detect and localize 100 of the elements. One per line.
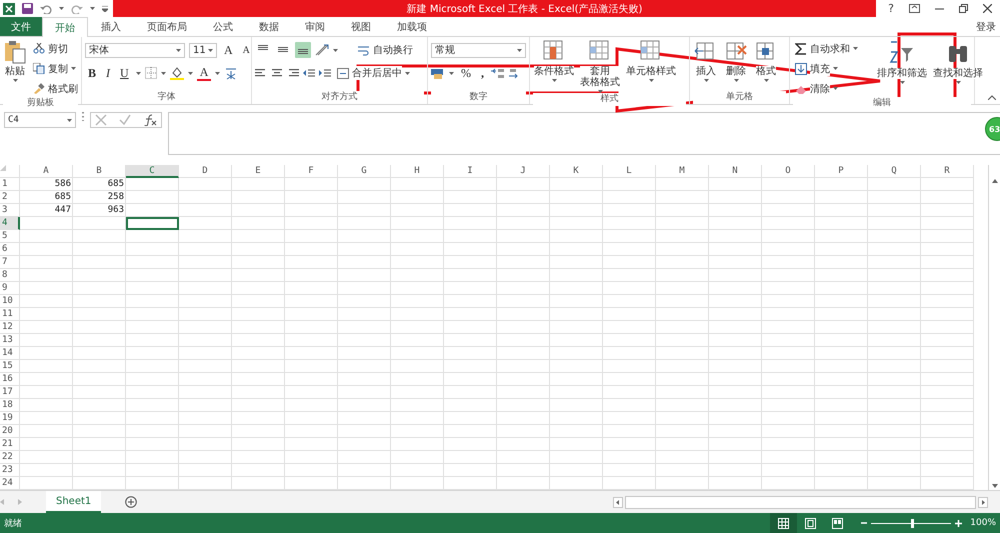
- ribbon-tab[interactable]: 审阅: [292, 17, 338, 36]
- align-right-icon[interactable]: [287, 68, 299, 78]
- bold-button[interactable]: B: [85, 64, 100, 82]
- ribbon-tab[interactable]: 加载项: [384, 17, 440, 36]
- shrink-font-button[interactable]: A: [240, 42, 253, 58]
- paste-button[interactable]: 粘贴: [3, 40, 27, 97]
- font-size-dropdown[interactable]: 11: [189, 42, 217, 58]
- zoom-level[interactable]: 100%: [970, 518, 996, 528]
- borders-icon[interactable]: [144, 67, 157, 79]
- row-header[interactable]: 23: [0, 464, 20, 477]
- row-header[interactable]: 7: [0, 256, 20, 269]
- scroll-down-icon[interactable]: [992, 484, 998, 488]
- caret-icon: [90, 7, 95, 10]
- ribbon-tab[interactable]: 公式: [200, 17, 246, 36]
- ribbon-tab[interactable]: 插入: [88, 17, 134, 36]
- row-header[interactable]: 13: [0, 334, 20, 347]
- merge-icon: [337, 68, 349, 78]
- zoom-out-icon[interactable]: [861, 520, 868, 526]
- ribbon-tab[interactable]: 数据: [246, 17, 292, 36]
- row-header[interactable]: 11: [0, 308, 20, 321]
- grow-font-button[interactable]: A: [221, 42, 236, 58]
- align-center-icon[interactable]: [271, 68, 283, 78]
- row-header[interactable]: 1: [0, 178, 20, 191]
- file-tab[interactable]: 文件: [0, 17, 42, 36]
- comma-button[interactable]: ,: [478, 64, 487, 82]
- row-header[interactable]: 4: [0, 217, 20, 230]
- editing-button[interactable]: 查找和选择: [932, 40, 984, 97]
- caret-icon: [208, 48, 213, 52]
- row-header[interactable]: 19: [0, 412, 20, 425]
- vertical-align-button[interactable]: [295, 42, 311, 58]
- close-icon[interactable]: [983, 4, 992, 13]
- save-icon[interactable]: [22, 3, 33, 14]
- row-header[interactable]: 2: [0, 191, 20, 204]
- decrease-indent-icon[interactable]: [303, 68, 315, 78]
- align-left-icon[interactable]: [255, 68, 267, 78]
- row-header[interactable]: 6: [0, 243, 20, 256]
- underline-button[interactable]: U: [117, 64, 132, 82]
- active-cell[interactable]: [126, 217, 179, 230]
- row-header[interactable]: 22: [0, 451, 20, 464]
- scroll-left-icon[interactable]: [613, 496, 623, 508]
- editing-command[interactable]: 填充: [793, 60, 860, 77]
- currency-icon[interactable]: [431, 68, 445, 78]
- percent-button[interactable]: %: [458, 64, 474, 82]
- ribbon-display-icon[interactable]: [909, 4, 920, 13]
- undo-icon[interactable]: [40, 4, 52, 14]
- sort-filter-icon: [889, 40, 915, 66]
- help-button[interactable]: ?: [888, 2, 894, 15]
- caret-icon: [517, 48, 522, 52]
- phonetic-icon[interactable]: [224, 66, 238, 80]
- row-header[interactable]: 21: [0, 438, 20, 451]
- editing-command[interactable]: 自动求和: [793, 40, 860, 57]
- clipboard-command[interactable]: 剪切: [31, 40, 80, 57]
- increase-decimal-icon[interactable]: [491, 68, 505, 78]
- font-color-button[interactable]: A: [196, 66, 212, 80]
- scroll-up-icon[interactable]: [992, 179, 998, 183]
- row-header[interactable]: 15: [0, 360, 20, 373]
- row-header[interactable]: 20: [0, 425, 20, 438]
- customize-icon[interactable]: [102, 6, 108, 12]
- scroll-right-icon[interactable]: [978, 496, 988, 508]
- view-button[interactable]: [770, 513, 798, 533]
- ribbon-tab[interactable]: 视图: [338, 17, 384, 36]
- row-header[interactable]: 9: [0, 282, 20, 295]
- row-header[interactable]: 10: [0, 295, 20, 308]
- styles-button[interactable]: 套用 表格格式: [579, 40, 621, 93]
- number-format-dropdown[interactable]: 常规: [431, 42, 526, 58]
- styles-button[interactable]: 条件格式: [533, 40, 575, 93]
- row-header[interactable]: 18: [0, 399, 20, 412]
- increase-indent-icon[interactable]: [319, 68, 331, 78]
- sheet-tab[interactable]: Sheet1: [46, 491, 102, 513]
- row-header[interactable]: 5: [0, 230, 20, 243]
- restore-icon[interactable]: [959, 4, 968, 13]
- name-box[interactable]: C4: [4, 112, 76, 128]
- row-header[interactable]: 16: [0, 373, 20, 386]
- editing-command[interactable]: 清除: [793, 80, 860, 97]
- formula-input[interactable]: [168, 112, 1000, 155]
- ribbon-tab[interactable]: 开始: [42, 17, 88, 37]
- function-icon[interactable]: [143, 114, 157, 126]
- column-header[interactable]: C: [126, 165, 179, 178]
- horizontal-scrollbar[interactable]: [625, 496, 976, 508]
- orientation-icon[interactable]: [315, 44, 329, 56]
- cells-button[interactable]: 格式: [753, 40, 779, 91]
- styles-button[interactable]: 单元格样式: [625, 40, 677, 93]
- ribbon-tab[interactable]: 页面布局: [134, 17, 200, 36]
- row-header[interactable]: 8: [0, 269, 20, 282]
- zoom-in-icon[interactable]: [955, 520, 962, 526]
- cells-button[interactable]: 删除: [723, 40, 749, 91]
- italic-button[interactable]: I: [103, 64, 114, 82]
- collapse-icon[interactable]: [988, 95, 996, 100]
- zoom-thumb[interactable]: [911, 518, 914, 528]
- clipboard-command[interactable]: 复制: [31, 60, 80, 77]
- cells-button[interactable]: 插入: [693, 40, 719, 91]
- font-name-dropdown[interactable]: 宋体: [85, 42, 185, 58]
- caret-icon: [188, 72, 193, 74]
- row-header[interactable]: 12: [0, 321, 20, 334]
- fill-color-icon[interactable]: [170, 66, 184, 80]
- editing-button[interactable]: 排序和筛选: [876, 40, 928, 97]
- sign-in-link[interactable]: 登录: [972, 17, 1000, 36]
- row-header[interactable]: 14: [0, 347, 20, 360]
- add-sheet-icon[interactable]: [125, 496, 138, 508]
- row-header[interactable]: 17: [0, 386, 20, 399]
